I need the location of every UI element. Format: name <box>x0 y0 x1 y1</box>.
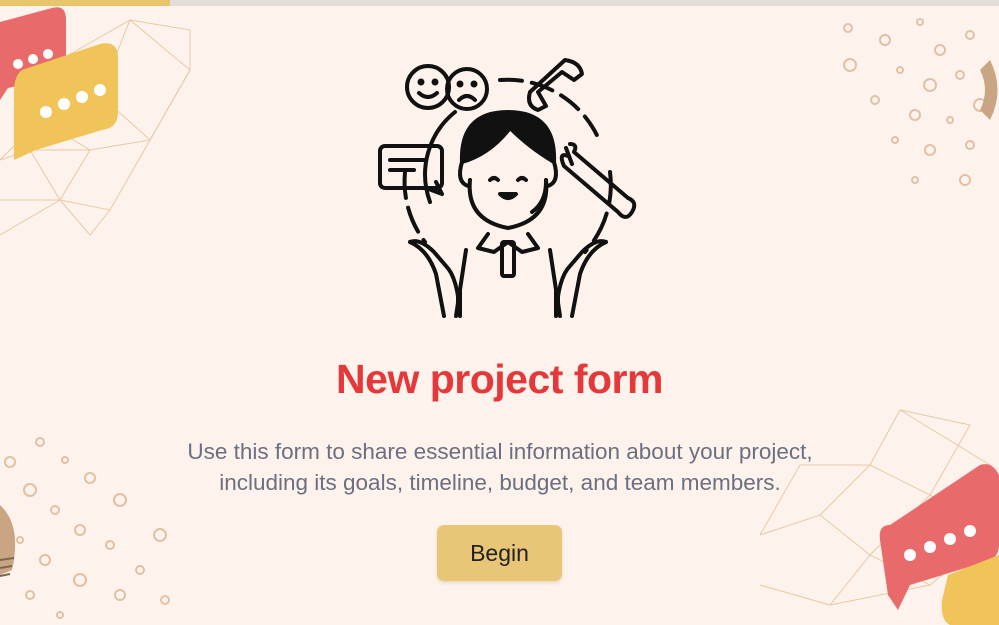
decor-top-left <box>0 7 191 236</box>
begin-button[interactable]: Begin <box>437 525 562 581</box>
description-line: including its goals, timeline, budget, a… <box>219 470 781 495</box>
page-title: New project form <box>336 356 663 402</box>
decor-top-right <box>843 18 998 186</box>
description-line: Use this form to share essential informa… <box>187 439 813 464</box>
customer-support-person-icon <box>378 58 637 318</box>
form-description: Use this form to share essential informa… <box>150 436 850 498</box>
